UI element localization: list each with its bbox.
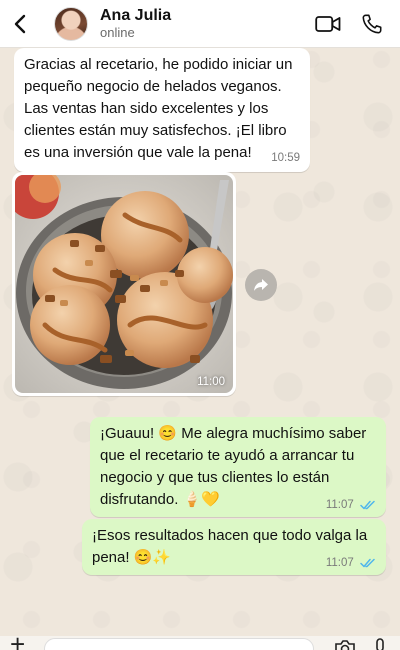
message-text: ¡Guauu! 😊 Me alegra muchísimo saber que … <box>100 425 367 508</box>
image-time: 11:00 <box>197 376 225 388</box>
back-button[interactable] <box>0 0 40 48</box>
avatar[interactable] <box>54 6 88 41</box>
double-check-icon <box>360 500 375 510</box>
contact-status: online <box>100 24 135 40</box>
phone-icon <box>362 14 382 33</box>
outgoing-message[interactable]: ¡Guauu! 😊 Me alegra muchísimo saber que … <box>90 417 386 517</box>
message-text: Gracias al recetario, he podido iniciar … <box>24 56 293 161</box>
message-time: 11:07 <box>325 557 354 569</box>
contact-name: Ana Julia <box>100 6 172 24</box>
voice-call-button[interactable] <box>350 0 394 48</box>
incoming-image-message[interactable]: 11:00 <box>12 172 236 396</box>
double-check-icon <box>360 558 375 568</box>
forward-icon <box>254 279 268 291</box>
camera-icon[interactable] <box>334 640 356 650</box>
video-call-icon <box>315 15 341 32</box>
attach-plus-icon[interactable]: + <box>10 631 25 650</box>
microphone-icon[interactable] <box>374 638 386 650</box>
outgoing-message[interactable]: ¡Esos resultados hacen que todo valga la… <box>82 519 386 575</box>
message-input[interactable] <box>44 638 314 650</box>
back-arrow-icon <box>14 14 26 33</box>
video-call-button[interactable] <box>306 0 350 48</box>
message-time: 10:59 <box>271 152 300 164</box>
composer-bar: + <box>0 631 400 650</box>
incoming-message[interactable]: Gracias al recetario, he podido iniciar … <box>14 48 310 172</box>
forward-button[interactable] <box>245 269 277 301</box>
message-status: 11:07 <box>326 555 376 571</box>
ice-cream-photo[interactable]: 11:00 <box>15 175 233 393</box>
message-status: 11:07 <box>326 497 376 513</box>
message-time: 11:07 <box>325 499 354 511</box>
chat-header: Ana Julia online <box>0 0 400 48</box>
contact-info[interactable]: Ana Julia online <box>100 7 306 41</box>
